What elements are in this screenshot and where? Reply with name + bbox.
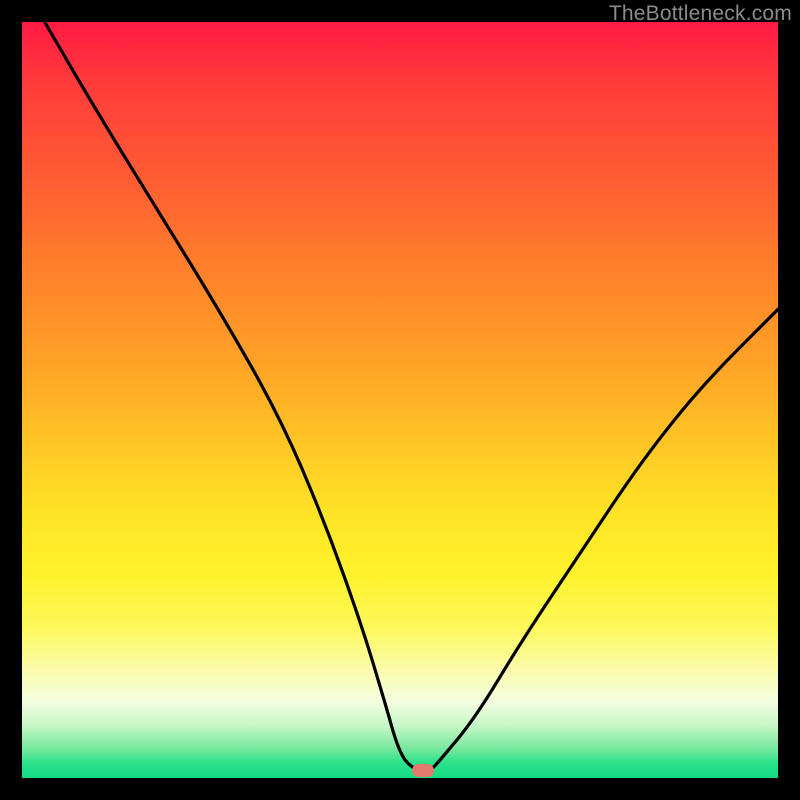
plot-area xyxy=(22,22,778,778)
chart-frame: TheBottleneck.com xyxy=(0,0,800,800)
bottleneck-curve xyxy=(22,22,778,778)
optimal-marker xyxy=(412,764,434,777)
